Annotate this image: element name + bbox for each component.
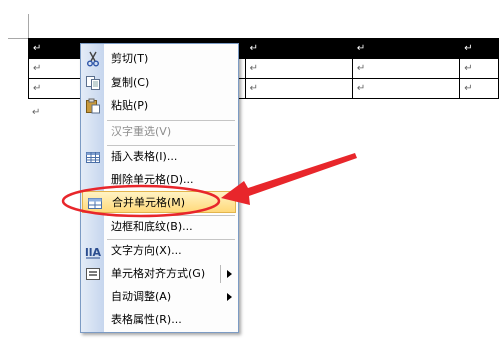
red-arrow-icon [221, 153, 357, 205]
highlight-ellipse [61, 184, 221, 218]
annotation-overlay [61, 153, 357, 218]
